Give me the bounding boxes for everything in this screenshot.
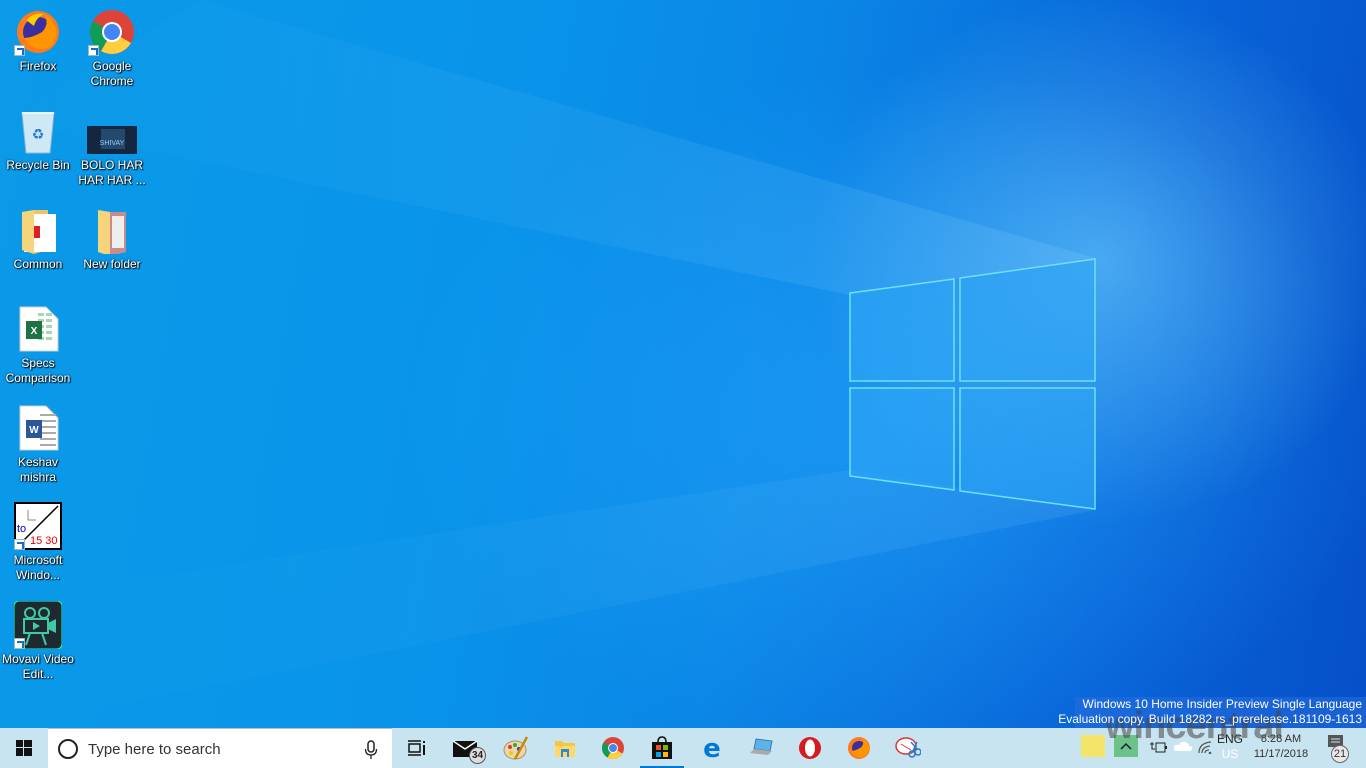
system-tray: ENG US 8:28 AM 11/17/2018 21: [1075, 728, 1366, 768]
task-view-icon: [408, 740, 425, 756]
clock-date: 11/17/2018: [1253, 748, 1309, 760]
excel-file-icon: X: [14, 305, 62, 353]
desktop-icon-label: Common: [13, 257, 63, 271]
paint-icon: [503, 736, 529, 760]
desktop-icon-label: Google Chrome: [90, 59, 134, 88]
desktop-icon-label: Recycle Bin: [6, 158, 70, 172]
chrome-icon: [88, 8, 136, 56]
desktop-icon-new-folder[interactable]: New folder: [75, 206, 149, 272]
taskbar-firefox[interactable]: [835, 728, 883, 768]
clock-time: 8:28 AM: [1260, 733, 1302, 745]
svg-text:to: to: [17, 523, 26, 535]
svg-text:W: W: [29, 425, 39, 436]
start-button[interactable]: [0, 728, 48, 768]
mail-badge: 34: [469, 747, 486, 764]
windows-start-icon: [16, 740, 32, 756]
edge-icon: e: [703, 736, 721, 760]
desktop-icon-label: Firefox: [19, 59, 57, 73]
svg-text:e: e: [703, 736, 721, 760]
taskbar-chrome[interactable]: [589, 728, 637, 768]
desktop-icon-common[interactable]: Common: [1, 206, 75, 272]
desktop-icon-label: Keshav mishra: [17, 455, 59, 484]
video-thumbnail-icon: SHIVAY: [87, 107, 137, 155]
desktop-icon-label: Specs Comparison: [5, 356, 71, 385]
desktop-icon-label: Movavi Video Edit...: [2, 652, 74, 681]
desktop-icon-specs-comparison[interactable]: X Specs Comparison: [1, 305, 75, 386]
battery-charging-icon[interactable]: [1149, 740, 1167, 754]
desktop-icon-label: New folder: [83, 257, 141, 271]
svg-text:X: X: [31, 326, 38, 337]
desktop-icon-bolo-har-har[interactable]: SHIVAY BOLO HAR HAR HAR ...: [75, 107, 149, 188]
onedrive-cloud-icon[interactable]: [1173, 740, 1193, 752]
desktop-icon-microsoft-windo[interactable]: to 15 30 Microsoft Windo...: [1, 502, 75, 583]
desktop[interactable]: Firefox Google Chrome ♻ Recycle Bin SHIV…: [0, 0, 1366, 728]
taskbar-opera[interactable]: [786, 728, 834, 768]
snipping-tool-icon: [895, 737, 921, 758]
taskbar-mail[interactable]: 34: [442, 728, 490, 768]
clock[interactable]: 8:28 AM 11/17/2018: [1251, 732, 1311, 762]
taskbar-this-pc[interactable]: [737, 728, 785, 768]
taskbar-microsoft-store[interactable]: [638, 728, 686, 768]
chevron-up-icon: [1120, 742, 1132, 750]
taskbar-task-view[interactable]: [392, 728, 440, 768]
firefox-icon: [848, 737, 870, 759]
search-placeholder[interactable]: Type here to search: [88, 741, 221, 758]
angle-tool-icon: to 15 30: [14, 502, 62, 550]
folder-icon: [88, 206, 136, 256]
taskbar-paint[interactable]: [492, 728, 540, 768]
desktop-icon-label: Microsoft Windo...: [13, 553, 63, 582]
language-code: ENG: [1217, 732, 1244, 746]
desktop-icon-label: BOLO HAR HAR HAR ...: [78, 158, 146, 187]
firefox-icon: [14, 8, 62, 56]
desktop-icon-recycle-bin[interactable]: ♻ Recycle Bin: [1, 107, 75, 173]
desktop-icon-firefox[interactable]: Firefox: [1, 8, 75, 74]
wallpaper: [0, 0, 1096, 728]
chrome-icon: [602, 737, 624, 759]
windows-logo: [849, 258, 1096, 510]
show-hidden-icons-button[interactable]: [1114, 735, 1138, 757]
opera-icon: [799, 737, 821, 759]
microphone-icon[interactable]: [364, 740, 378, 760]
tray-app-icon[interactable]: [1081, 735, 1105, 757]
store-icon: [652, 736, 672, 759]
taskbar: Type here to search 34 e ENG US 8:28 AM …: [0, 728, 1366, 768]
folder-icon: [14, 206, 62, 254]
taskbar-file-explorer[interactable]: [541, 728, 589, 768]
language-indicator[interactable]: ENG US: [1217, 732, 1243, 762]
recycle-bin-icon: ♻: [14, 107, 62, 155]
wifi-icon[interactable]: [1197, 740, 1213, 754]
file-explorer-icon: [555, 741, 575, 757]
desktop-icon-movavi[interactable]: Movavi Video Edit...: [1, 600, 75, 682]
desktop-icon-keshav-mishra[interactable]: W Keshav mishra: [1, 404, 75, 485]
search-box[interactable]: Type here to search: [48, 728, 392, 768]
svg-text:♻: ♻: [32, 126, 45, 142]
svg-text:15 30: 15 30: [30, 535, 58, 547]
movavi-icon: [13, 600, 63, 650]
taskbar-edge[interactable]: e: [688, 728, 736, 768]
action-center-button[interactable]: 21: [1327, 734, 1355, 764]
desktop-icon-google-chrome[interactable]: Google Chrome: [75, 8, 149, 89]
computer-icon: [750, 738, 773, 755]
cortana-icon[interactable]: [58, 739, 78, 759]
word-file-icon: W: [14, 404, 62, 452]
taskbar-snipping-tool[interactable]: [884, 728, 932, 768]
region-code: US: [1221, 747, 1239, 761]
svg-text:SHIVAY: SHIVAY: [100, 140, 125, 147]
notification-count: 21: [1331, 745, 1349, 763]
